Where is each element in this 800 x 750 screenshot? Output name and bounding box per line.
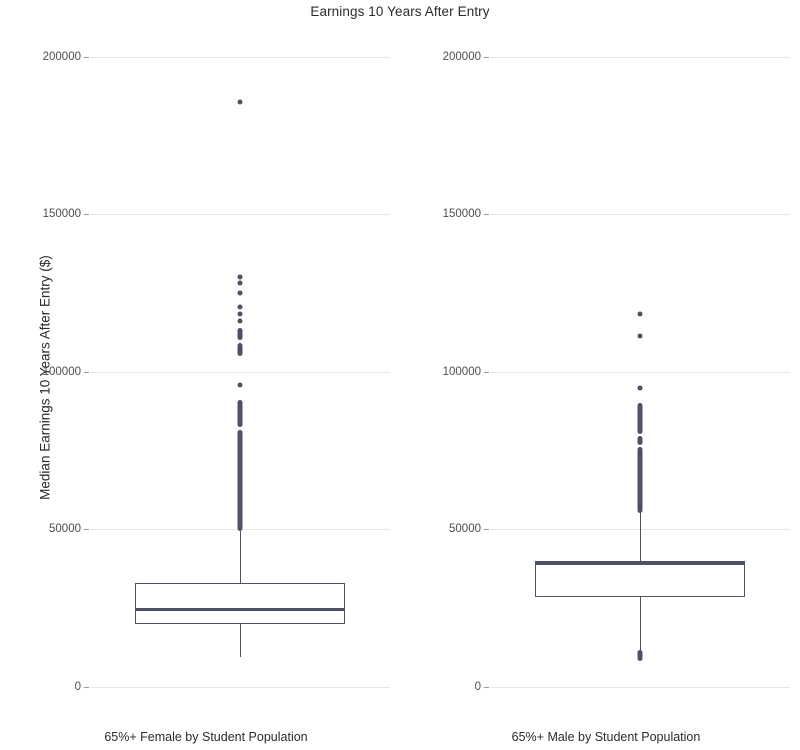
lower-whisker-female [239, 624, 241, 657]
y-tick-label-50000: 50000 [49, 523, 81, 535]
outlier-point [637, 311, 643, 317]
y-tick-label-200000: 200000 [442, 51, 481, 63]
y-tick-label-150000: 150000 [42, 208, 81, 220]
outlier-point [237, 311, 243, 317]
tick-mark-0 [84, 687, 89, 688]
outlier-point [637, 333, 643, 339]
x-axis-label-male: 65%+ Male by Student Population [511, 730, 701, 744]
outlier-point [237, 290, 243, 296]
median-female [135, 608, 345, 611]
box-male [535, 561, 745, 597]
x-axis-label-female: 65%+ Female by Student Population [104, 730, 308, 744]
outlier-cluster [237, 343, 243, 356]
tick-mark-100000 [84, 372, 89, 373]
outlier-cluster [237, 328, 243, 340]
outlier-point [237, 280, 243, 286]
y-tick-label-0: 0 [74, 681, 81, 693]
outlier-cluster [637, 650, 643, 661]
outlier-point [237, 304, 243, 310]
y-tick-label-0: 0 [474, 681, 481, 693]
gridline-100000 [490, 372, 790, 373]
y-tick-label-200000: 200000 [42, 51, 81, 63]
outlier-cluster [637, 436, 643, 445]
y-tick-label-50000: 50000 [449, 523, 481, 535]
median-male [535, 562, 745, 565]
outlier-point [237, 382, 243, 388]
tick-mark-200000 [84, 57, 89, 58]
outlier-cluster [637, 403, 643, 434]
box-female [135, 583, 345, 624]
chart-title: Earnings 10 Years After Entry [310, 4, 490, 19]
outlier-cluster [637, 447, 643, 513]
tick-mark-150000 [484, 214, 489, 215]
gridline-0 [490, 687, 790, 688]
plot-area-female: 200000 150000 100000 50000 0 [43, 40, 390, 705]
outlier-point [237, 318, 243, 324]
gridline-200000 [90, 57, 390, 58]
tick-mark-200000 [484, 57, 489, 58]
tick-mark-50000 [84, 529, 89, 530]
tick-mark-100000 [484, 372, 489, 373]
outlier-cluster [237, 400, 243, 427]
upper-whisker-female [239, 531, 241, 583]
plot-area-male: 200000 150000 100000 50000 0 [443, 40, 790, 705]
outlier-point [237, 99, 243, 105]
tick-mark-50000 [484, 529, 489, 530]
gridline-100000 [90, 372, 390, 373]
gridline-150000 [90, 214, 390, 215]
gridline-0 [90, 687, 390, 688]
gridline-150000 [490, 214, 790, 215]
tick-mark-150000 [84, 214, 89, 215]
lower-whisker-male [639, 597, 641, 657]
gridline-200000 [490, 57, 790, 58]
outlier-point [637, 385, 643, 391]
tick-mark-0 [484, 687, 489, 688]
panel-female: 200000 150000 100000 50000 0 65%+ Female… [22, 40, 390, 744]
y-tick-label-100000: 100000 [442, 366, 481, 378]
outlier-point [237, 274, 243, 280]
y-tick-label-150000: 150000 [442, 208, 481, 220]
y-tick-label-100000: 100000 [42, 366, 81, 378]
panel-male: 200000 150000 100000 50000 0 65%+ Male b… [422, 40, 790, 744]
outlier-cluster [237, 430, 243, 531]
boxplot-figure: Earnings 10 Years After Entry Median Ear… [0, 0, 800, 750]
